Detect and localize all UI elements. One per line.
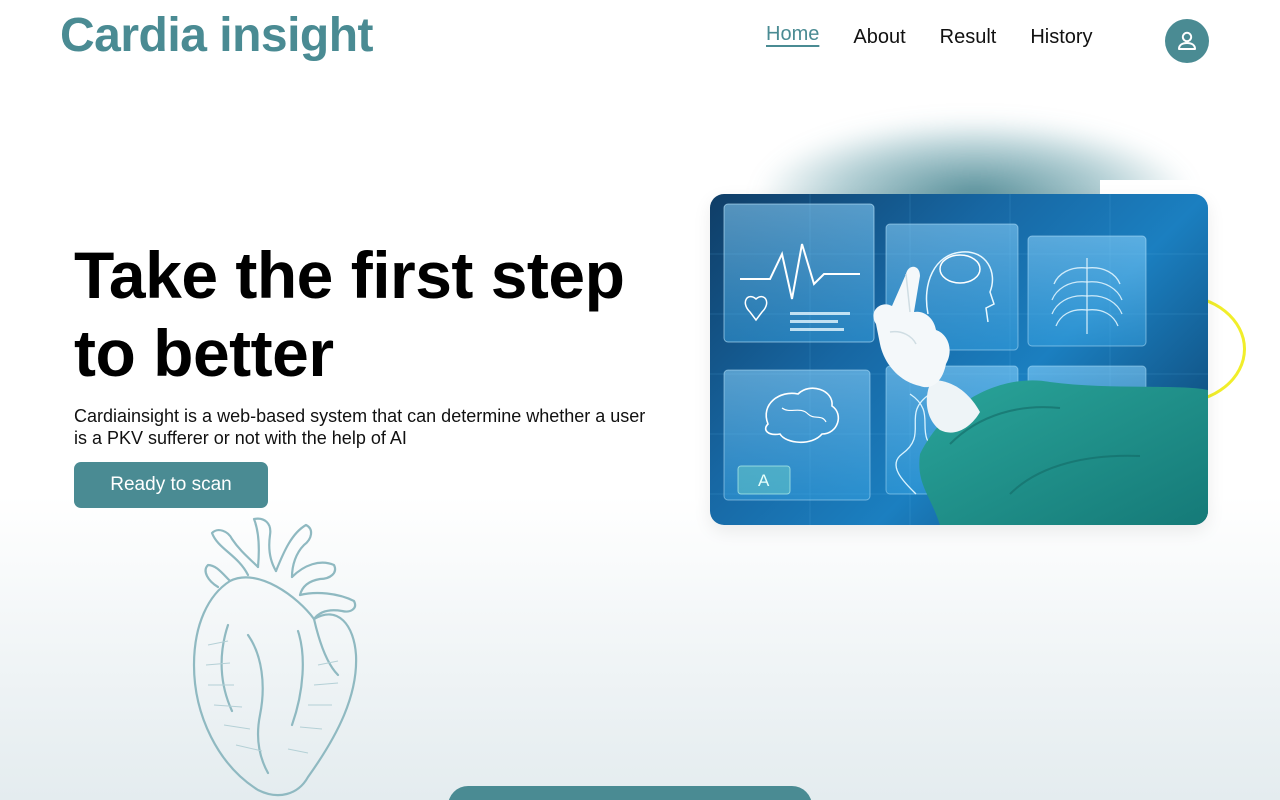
nav-about-link[interactable]: About xyxy=(853,26,905,49)
main-nav: Home About Result History xyxy=(766,23,1093,49)
user-icon xyxy=(1178,31,1196,50)
profile-button[interactable] xyxy=(1165,19,1209,63)
medical-hologram-illustration: A xyxy=(710,194,1208,525)
hero-image: A xyxy=(710,194,1208,525)
hero-description: Cardiainsight is a web-based system that… xyxy=(74,406,646,448)
hero-title: Take the first step to better xyxy=(74,238,625,390)
nav-history-link[interactable]: History xyxy=(1030,26,1092,49)
landing-page: Cardia insight Home About Result History… xyxy=(0,0,1280,800)
image-label-a: A xyxy=(758,471,770,490)
brand-logo[interactable]: Cardia insight xyxy=(60,8,374,63)
nav-home-link[interactable]: Home xyxy=(766,23,819,46)
ready-to-scan-button[interactable]: Ready to scan xyxy=(74,462,268,508)
heart-sketch-illustration xyxy=(192,517,358,797)
bottom-section-button[interactable] xyxy=(448,786,812,800)
nav-result-link[interactable]: Result xyxy=(940,26,997,49)
